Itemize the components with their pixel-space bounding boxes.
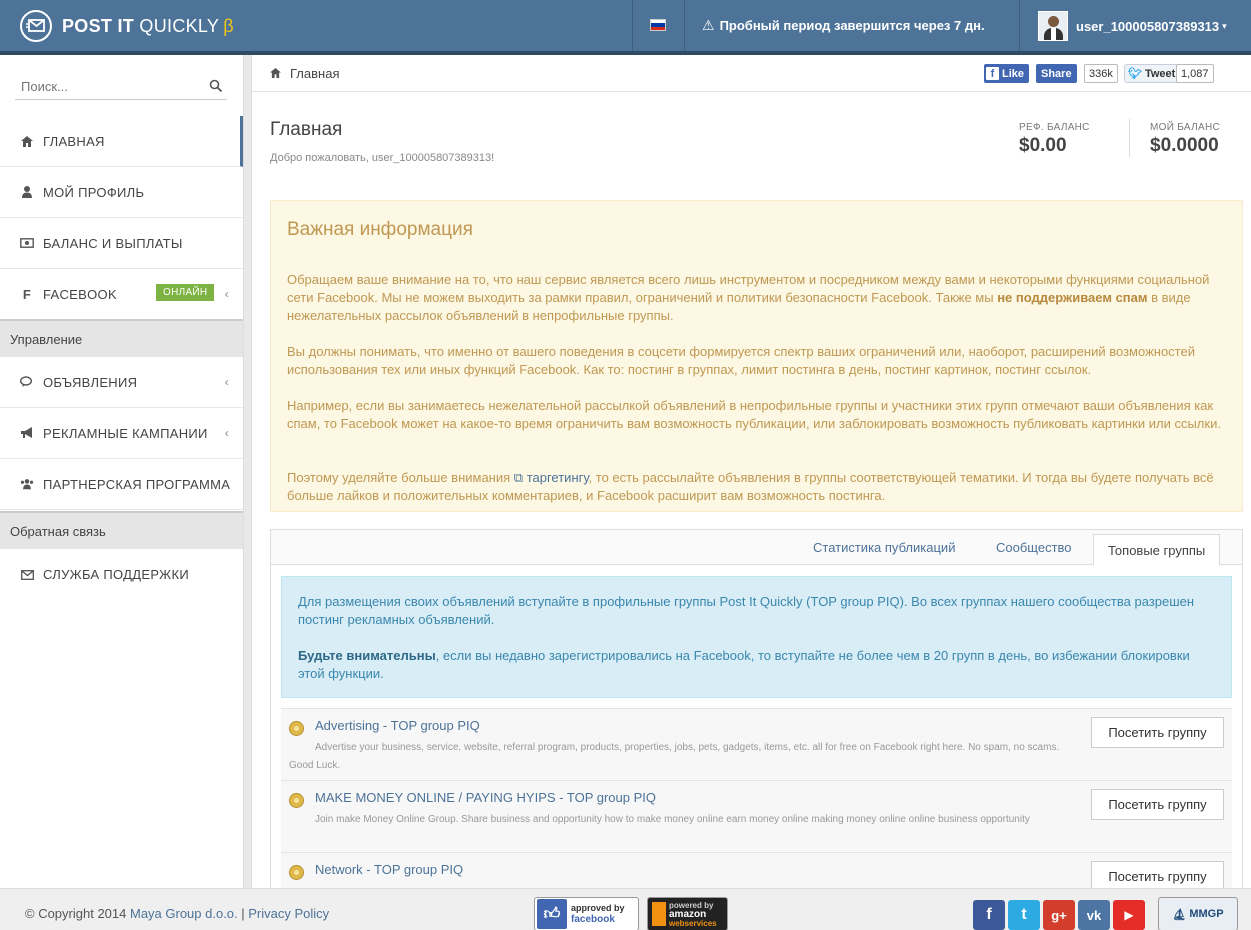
chevron-left-icon: ‹ [224, 375, 229, 389]
thumbs-up-icon: 👍︎ [537, 899, 567, 929]
youtube-social-icon[interactable]: ▶ [1113, 900, 1145, 930]
sidebar-gutter [244, 55, 252, 888]
caret-down-icon: ▾ [1222, 20, 1227, 31]
username: user_100005807389313 [1076, 18, 1220, 34]
facebook-social-icon[interactable]: f [973, 900, 1005, 930]
breadcrumb-bar: Главная f Like Share 336k 🐦︎ Tweet 1,087 [252, 55, 1251, 92]
user-icon [20, 185, 34, 199]
sidebar-item-profile[interactable]: МОЙ ПРОФИЛЬ [0, 167, 243, 218]
mmgp-badge[interactable]: ⛵︎ MMGP [1158, 897, 1238, 930]
sidebar-item-facebook[interactable]: f FACEBOOK ОНЛАЙН ‹ [0, 269, 243, 320]
trial-notice: ⚠ Пробный период завершится через 7 дн. [702, 17, 985, 33]
header-divider [632, 0, 633, 51]
list-item: MAKE MONEY ONLINE / PAYING HYIPS - TOP g… [281, 780, 1232, 852]
avatar [1038, 11, 1068, 41]
language-flag-icon[interactable] [650, 19, 666, 31]
logo-text: POST IT QUICKLY β [62, 15, 234, 36]
info-title: Важная информация [287, 219, 473, 240]
tweet-button[interactable]: 🐦︎ Tweet [1124, 64, 1182, 83]
external-link-icon: ⧉ [513, 470, 524, 485]
tabs-panel: Статистика публикаций Сообщество Топовые… [270, 529, 1243, 924]
group-title-link[interactable]: Network - TOP group PIQ [315, 862, 463, 877]
warning-icon: ⚠ [702, 17, 715, 33]
group-title-link[interactable]: Advertising - TOP group PIQ [315, 718, 480, 733]
tab-top-groups[interactable]: Топовые группы [1093, 534, 1221, 566]
logo[interactable]: POST IT QUICKLY β [20, 10, 234, 42]
group-coin-icon [289, 721, 304, 736]
visit-group-button[interactable]: Посетить группу [1091, 789, 1224, 820]
info-paragraph: Например, если вы занимаетесь нежелатель… [287, 398, 1221, 431]
tab-community[interactable]: Сообщество [996, 540, 1072, 555]
section-feedback: Обратная связь [0, 511, 243, 549]
logo-envelope-icon [20, 10, 52, 42]
search-input[interactable] [15, 73, 205, 99]
aws-logo-icon [652, 902, 666, 926]
bullhorn-icon [20, 426, 34, 440]
sidebar-item-support[interactable]: СЛУЖБА ПОДДЕРЖКИ [0, 549, 243, 600]
welcome-text: Добро пожаловать, user_100005807389313! [270, 152, 495, 164]
breadcrumb[interactable]: Главная [270, 66, 339, 81]
ship-icon: ⛵︎ [1172, 908, 1187, 921]
status-badge: ОНЛАЙН [156, 284, 215, 301]
home-icon [20, 134, 34, 148]
comments-icon [20, 375, 34, 389]
tabs-bar: Статистика публикаций Сообщество Топовые… [271, 530, 1242, 566]
sidebar-item-balance[interactable]: БАЛАНС И ВЫПЛАТЫ [0, 218, 243, 269]
group-description: Advertise your business, service, websit… [289, 742, 1060, 771]
important-info-panel: Важная информация Обращаем ваше внимание… [270, 200, 1243, 512]
visit-group-button[interactable]: Посетить группу [1091, 717, 1224, 748]
tweet-count: 1,087 [1176, 64, 1214, 83]
header-divider [1019, 0, 1020, 51]
top-header: POST IT QUICKLY β ⚠ Пробный период заверш… [0, 0, 1251, 55]
sidebar-item-campaigns[interactable]: РЕКЛАМНЫЕ КАМПАНИИ ‹ [0, 408, 243, 459]
info-paragraph: Обращаем ваше внимание на то, что наш се… [287, 272, 1210, 323]
main-content: Главная Добро пожаловать, user_100005807… [252, 93, 1251, 924]
my-balance: МОЙ БАЛАНС $0.0000 [1150, 122, 1220, 156]
group-description: Join make Money Online Group. Share busi… [315, 814, 1030, 825]
home-icon [270, 66, 281, 81]
page-title: Главная [270, 119, 343, 140]
group-title-link[interactable]: MAKE MONEY ONLINE / PAYING HYIPS - TOP g… [315, 790, 656, 805]
search-icon[interactable] [209, 79, 223, 93]
group-coin-icon [289, 793, 304, 808]
facebook-like-button[interactable]: f Like [984, 64, 1030, 83]
google-plus-social-icon[interactable]: g+ [1043, 900, 1075, 930]
sidebar: ГЛАВНАЯ МОЙ ПРОФИЛЬ БАЛАНС И ВЫПЛАТЫ f F… [0, 55, 244, 888]
list-item: Advertising - TOP group PIQ Advertise yo… [281, 708, 1232, 780]
chevron-left-icon: ‹ [224, 287, 229, 301]
header-divider [684, 0, 685, 51]
money-icon [20, 236, 34, 250]
twitter-icon: 🐦︎ [1128, 68, 1142, 80]
users-icon [20, 477, 34, 491]
section-manage: Управление [0, 319, 243, 357]
vk-social-icon[interactable]: vk [1078, 900, 1110, 930]
privacy-policy-link[interactable]: Privacy Policy [248, 906, 329, 921]
top-groups-alert: Для размещения своих объявлений вступайт… [281, 576, 1232, 698]
share-count: 336k [1084, 64, 1118, 83]
company-link[interactable]: Maya Group d.o.o. [130, 906, 238, 921]
group-coin-icon [289, 865, 304, 880]
balance-divider [1129, 119, 1130, 157]
envelope-icon [20, 568, 34, 582]
facebook-icon: f [986, 67, 999, 80]
copyright: © Copyright 2014 Maya Group d.o.o. | Pri… [25, 906, 330, 921]
sidebar-item-partner[interactable]: ПАРТНЕРСКАЯ ПРОГРАММА [0, 459, 243, 510]
targeting-link[interactable]: ⧉ таргетингу [514, 470, 589, 485]
tab-stats[interactable]: Статистика публикаций [813, 540, 955, 555]
user-menu[interactable]: user_100005807389313 ▾ [1038, 11, 1227, 41]
sidebar-item-home[interactable]: ГЛАВНАЯ [0, 116, 243, 167]
facebook-share-button[interactable]: Share [1036, 64, 1077, 83]
facebook-approved-badge[interactable]: 👍︎ approved by facebook [534, 897, 639, 930]
aws-badge[interactable]: powered by amazon webservices [647, 897, 728, 930]
ref-balance: РЕФ. БАЛАНС $0.00 [1019, 122, 1090, 156]
info-paragraph: Вы должны понимать, что именно от вашего… [287, 344, 1195, 377]
twitter-social-icon[interactable]: t [1008, 900, 1040, 930]
facebook-icon: f [22, 286, 32, 302]
footer: © Copyright 2014 Maya Group d.o.o. | Pri… [0, 888, 1251, 930]
sidebar-item-ads[interactable]: ОБЪЯВЛЕНИЯ ‹ [0, 357, 243, 408]
chevron-left-icon: ‹ [224, 426, 229, 440]
info-paragraph: Поэтому уделяйте больше внимания ⧉ тарге… [287, 470, 1214, 503]
sidebar-search [15, 73, 227, 100]
